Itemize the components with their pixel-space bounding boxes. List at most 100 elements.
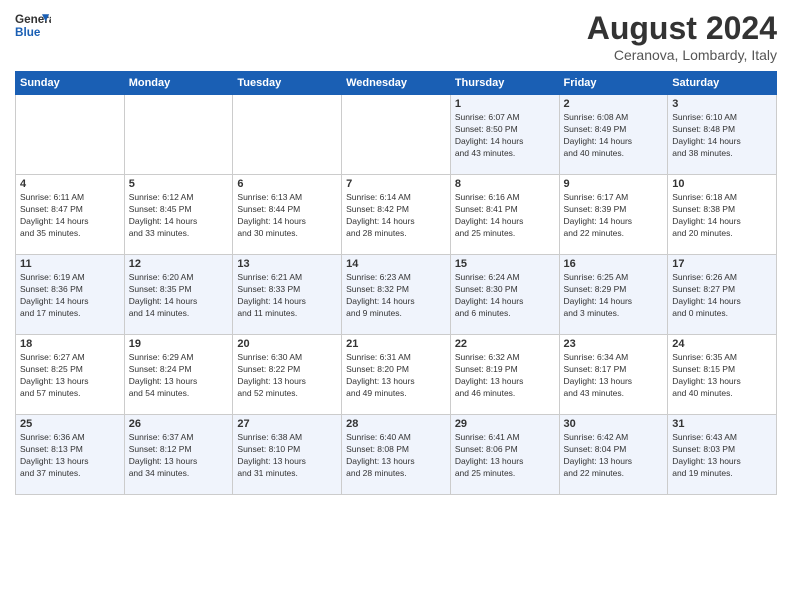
day-cell: 31 Sunrise: 6:43 AMSunset: 8:03 PMDayligh…	[668, 415, 777, 495]
calendar-table: SundayMondayTuesdayWednesdayThursdayFrid…	[15, 71, 777, 495]
col-header-friday: Friday	[559, 72, 668, 95]
day-info: Sunrise: 6:16 AMSunset: 8:41 PMDaylight:…	[455, 192, 555, 240]
col-header-thursday: Thursday	[450, 72, 559, 95]
day-cell: 4Sunrise: 6:11 AMSunset: 8:47 PMDaylight…	[16, 175, 125, 255]
day-number: 30	[564, 418, 664, 430]
day-info: Sunrise: 6:07 AMSunset: 8:50 PMDaylight:…	[455, 112, 555, 160]
month-year: August 2024	[587, 10, 777, 47]
day-info: Sunrise: 6:10 AMSunset: 8:48 PMDaylight:…	[672, 112, 772, 160]
day-number: 16	[564, 258, 664, 270]
day-number: 3	[672, 98, 772, 110]
day-info: Sunrise: 6:43 AMSunset: 8:03 PMDaylight:…	[672, 432, 772, 480]
day-cell: 27 Sunrise: 6:38 AMSunset: 8:10 PMDayligh…	[233, 415, 342, 495]
day-info: Sunrise: 6:38 AMSunset: 8:10 PMDaylight:…	[237, 432, 337, 480]
day-cell: 8 Sunrise: 6:16 AMSunset: 8:41 PMDaylight…	[450, 175, 559, 255]
day-cell: 24 Sunrise: 6:35 AMSunset: 8:15 PMDayligh…	[668, 335, 777, 415]
week-row-1: 1 Sunrise: 6:07 AMSunset: 8:50 PMDaylight…	[16, 95, 777, 175]
day-cell: 23Sunrise: 6:34 AMSunset: 8:17 PMDayligh…	[559, 335, 668, 415]
day-cell	[342, 95, 451, 175]
col-header-wednesday: Wednesday	[342, 72, 451, 95]
day-number: 13	[237, 258, 337, 270]
day-info: Sunrise: 6:42 AMSunset: 8:04 PMDaylight:…	[564, 432, 664, 480]
col-header-sunday: Sunday	[16, 72, 125, 95]
day-cell: 14Sunrise: 6:23 AMSunset: 8:32 PMDayligh…	[342, 255, 451, 335]
day-number: 26	[129, 418, 229, 430]
day-cell: 10Sunrise: 6:18 AMSunset: 8:38 PMDayligh…	[668, 175, 777, 255]
col-header-tuesday: Tuesday	[233, 72, 342, 95]
day-number: 27	[237, 418, 337, 430]
day-cell: 17 Sunrise: 6:26 AMSunset: 8:27 PMDayligh…	[668, 255, 777, 335]
day-cell: 29Sunrise: 6:41 AMSunset: 8:06 PMDayligh…	[450, 415, 559, 495]
day-info: Sunrise: 6:27 AMSunset: 8:25 PMDaylight:…	[20, 352, 120, 400]
day-info: Sunrise: 6:36 AMSunset: 8:13 PMDaylight:…	[20, 432, 120, 480]
day-cell: 6 Sunrise: 6:13 AMSunset: 8:44 PMDaylight…	[233, 175, 342, 255]
day-cell: 26Sunrise: 6:37 AMSunset: 8:12 PMDayligh…	[124, 415, 233, 495]
day-cell: 28 Sunrise: 6:40 AMSunset: 8:08 PMDayligh…	[342, 415, 451, 495]
day-cell	[233, 95, 342, 175]
day-number: 5	[129, 178, 229, 190]
day-info: Sunrise: 6:19 AMSunset: 8:36 PMDaylight:…	[20, 272, 120, 320]
day-cell: 12 Sunrise: 6:20 AMSunset: 8:35 PMDayligh…	[124, 255, 233, 335]
day-cell: 3 Sunrise: 6:10 AMSunset: 8:48 PMDaylight…	[668, 95, 777, 175]
day-number: 22	[455, 338, 555, 350]
day-cell: 18Sunrise: 6:27 AMSunset: 8:25 PMDayligh…	[16, 335, 125, 415]
day-cell: 13 Sunrise: 6:21 AMSunset: 8:33 PMDayligh…	[233, 255, 342, 335]
week-row-4: 18Sunrise: 6:27 AMSunset: 8:25 PMDayligh…	[16, 335, 777, 415]
day-info: Sunrise: 6:32 AMSunset: 8:19 PMDaylight:…	[455, 352, 555, 400]
day-cell: 20 Sunrise: 6:30 AMSunset: 8:22 PMDayligh…	[233, 335, 342, 415]
day-cell	[16, 95, 125, 175]
day-info: Sunrise: 6:26 AMSunset: 8:27 PMDaylight:…	[672, 272, 772, 320]
day-info: Sunrise: 6:08 AMSunset: 8:49 PMDaylight:…	[564, 112, 664, 160]
day-info: Sunrise: 6:24 AMSunset: 8:30 PMDaylight:…	[455, 272, 555, 320]
day-number: 11	[20, 258, 120, 270]
day-cell: 15 Sunrise: 6:24 AMSunset: 8:30 PMDayligh…	[450, 255, 559, 335]
day-number: 24	[672, 338, 772, 350]
day-cell	[124, 95, 233, 175]
day-number: 15	[455, 258, 555, 270]
day-info: Sunrise: 6:30 AMSunset: 8:22 PMDaylight:…	[237, 352, 337, 400]
day-cell: 25 Sunrise: 6:36 AMSunset: 8:13 PMDayligh…	[16, 415, 125, 495]
day-cell: 19 Sunrise: 6:29 AMSunset: 8:24 PMDayligh…	[124, 335, 233, 415]
day-info: Sunrise: 6:11 AMSunset: 8:47 PMDaylight:…	[20, 192, 120, 240]
day-cell: 16 Sunrise: 6:25 AMSunset: 8:29 PMDayligh…	[559, 255, 668, 335]
day-number: 23	[564, 338, 664, 350]
day-number: 28	[346, 418, 446, 430]
day-info: Sunrise: 6:29 AMSunset: 8:24 PMDaylight:…	[129, 352, 229, 400]
day-cell: 1 Sunrise: 6:07 AMSunset: 8:50 PMDaylight…	[450, 95, 559, 175]
col-header-monday: Monday	[124, 72, 233, 95]
day-number: 25	[20, 418, 120, 430]
day-number: 31	[672, 418, 772, 430]
day-info: Sunrise: 6:17 AMSunset: 8:39 PMDaylight:…	[564, 192, 664, 240]
day-number: 12	[129, 258, 229, 270]
day-cell: 5 Sunrise: 6:12 AMSunset: 8:45 PMDaylight…	[124, 175, 233, 255]
day-info: Sunrise: 6:13 AMSunset: 8:44 PMDaylight:…	[237, 192, 337, 240]
day-info: Sunrise: 6:20 AMSunset: 8:35 PMDaylight:…	[129, 272, 229, 320]
day-number: 19	[129, 338, 229, 350]
day-info: Sunrise: 6:12 AMSunset: 8:45 PMDaylight:…	[129, 192, 229, 240]
svg-text:Blue: Blue	[15, 26, 41, 39]
title-block: August 2024 Ceranova, Lombardy, Italy	[587, 10, 777, 63]
day-info: Sunrise: 6:41 AMSunset: 8:06 PMDaylight:…	[455, 432, 555, 480]
day-number: 20	[237, 338, 337, 350]
week-row-5: 25 Sunrise: 6:36 AMSunset: 8:13 PMDayligh…	[16, 415, 777, 495]
week-row-2: 4Sunrise: 6:11 AMSunset: 8:47 PMDaylight…	[16, 175, 777, 255]
day-cell: 7Sunrise: 6:14 AMSunset: 8:42 PMDaylight…	[342, 175, 451, 255]
day-number: 9	[564, 178, 664, 190]
day-number: 8	[455, 178, 555, 190]
day-number: 21	[346, 338, 446, 350]
day-cell: 21Sunrise: 6:31 AMSunset: 8:20 PMDayligh…	[342, 335, 451, 415]
day-number: 17	[672, 258, 772, 270]
header-row: SundayMondayTuesdayWednesdayThursdayFrid…	[16, 72, 777, 95]
day-cell: 11 Sunrise: 6:19 AMSunset: 8:36 PMDayligh…	[16, 255, 125, 335]
day-cell: 9 Sunrise: 6:17 AMSunset: 8:39 PMDaylight…	[559, 175, 668, 255]
day-info: Sunrise: 6:23 AMSunset: 8:32 PMDaylight:…	[346, 272, 446, 320]
day-info: Sunrise: 6:40 AMSunset: 8:08 PMDaylight:…	[346, 432, 446, 480]
logo: General Blue	[15, 10, 51, 40]
day-number: 1	[455, 98, 555, 110]
day-info: Sunrise: 6:25 AMSunset: 8:29 PMDaylight:…	[564, 272, 664, 320]
day-info: Sunrise: 6:21 AMSunset: 8:33 PMDaylight:…	[237, 272, 337, 320]
day-number: 6	[237, 178, 337, 190]
day-number: 10	[672, 178, 772, 190]
day-info: Sunrise: 6:35 AMSunset: 8:15 PMDaylight:…	[672, 352, 772, 400]
day-cell: 22 Sunrise: 6:32 AMSunset: 8:19 PMDayligh…	[450, 335, 559, 415]
